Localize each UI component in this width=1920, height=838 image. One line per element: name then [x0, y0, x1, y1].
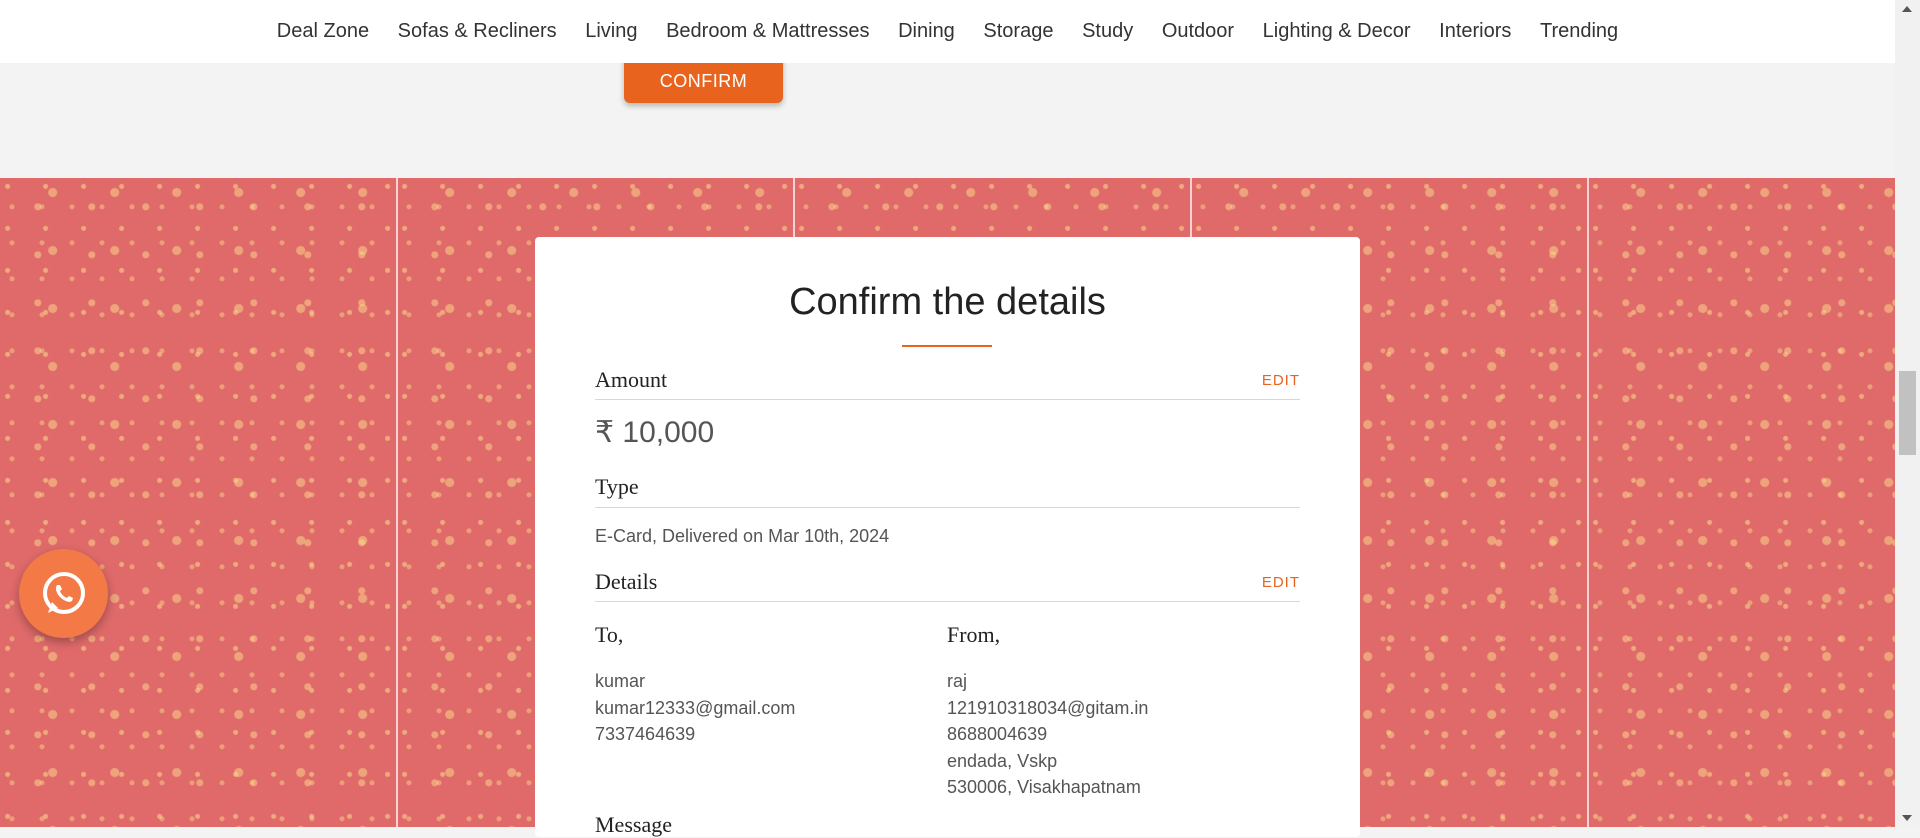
- tile-divider: [1587, 178, 1589, 827]
- nav-item-dining[interactable]: Dining: [884, 20, 969, 43]
- to-email: kumar12333@gmail.com: [595, 697, 796, 718]
- title-underline: [902, 345, 992, 347]
- card-title: Confirm the details: [789, 281, 1106, 323]
- top-navigation: Deal Zone Sofas & Recliners Living Bedro…: [0, 0, 1895, 63]
- nav-item-bedroom-mattresses[interactable]: Bedroom & Mattresses: [652, 20, 884, 43]
- nav-item-study[interactable]: Study: [1068, 20, 1148, 43]
- scroll-up-icon[interactable]: [1902, 6, 1912, 12]
- message-label: Message: [595, 812, 672, 837]
- nav-item-living[interactable]: Living: [571, 20, 652, 43]
- scroll-down-icon[interactable]: [1902, 815, 1912, 821]
- nav-item-deal-zone[interactable]: Deal Zone: [263, 20, 384, 43]
- from-name: raj: [947, 671, 968, 691]
- from-phone: 8688004639: [947, 724, 1048, 744]
- nav-items: Deal Zone Sofas & Recliners Living Bedro…: [263, 20, 1633, 43]
- to-heading: To,: [595, 622, 624, 647]
- amount-label: Amount: [595, 367, 668, 392]
- type-value: E-Card, Delivered on Mar 10th, 2024: [595, 526, 890, 546]
- to-name: kumar: [595, 671, 646, 691]
- pattern-tile: [0, 178, 397, 827]
- type-label: Type: [595, 474, 639, 499]
- nav-item-storage[interactable]: Storage: [969, 20, 1068, 43]
- divider: [595, 399, 1300, 400]
- divider: [595, 601, 1300, 602]
- divider: [595, 507, 1300, 508]
- whatsapp-icon: [42, 571, 85, 614]
- details-label: Details: [595, 569, 658, 594]
- from-email: 121910318034@gitam.in: [947, 697, 1149, 718]
- nav-item-interiors[interactable]: Interiors: [1425, 20, 1526, 43]
- nav-item-sofas-recliners[interactable]: Sofas & Recliners: [383, 20, 571, 43]
- page-scrollbar[interactable]: [1895, 0, 1920, 827]
- nav-item-trending[interactable]: Trending: [1526, 20, 1633, 43]
- to-details: kumar kumar12333@gmail.com 7337464639: [595, 668, 795, 748]
- from-address-line1: endada, Vskp: [947, 750, 1058, 771]
- whatsapp-button[interactable]: [19, 549, 108, 638]
- nav-item-outdoor[interactable]: Outdoor: [1148, 20, 1249, 43]
- to-phone: 7337464639: [595, 724, 696, 744]
- amount-value: ₹ 10,000: [595, 416, 715, 449]
- from-heading: From,: [947, 622, 1001, 647]
- nav-item-lighting-decor[interactable]: Lighting & Decor: [1248, 20, 1424, 43]
- from-address-line2: 530006, Visakhapatnam: [947, 777, 1141, 797]
- edit-amount-link[interactable]: EDIT: [1262, 372, 1300, 389]
- edit-details-link[interactable]: EDIT: [1262, 574, 1300, 591]
- from-details: raj 121910318034@gitam.in 8688004639 end…: [947, 668, 1148, 801]
- pattern-tile: [1588, 178, 1895, 827]
- tile-divider: [396, 178, 398, 827]
- confirm-details-card: Confirm the details Amount EDIT ₹ 10,000…: [535, 237, 1360, 837]
- scrollbar-thumb[interactable]: [1899, 371, 1916, 455]
